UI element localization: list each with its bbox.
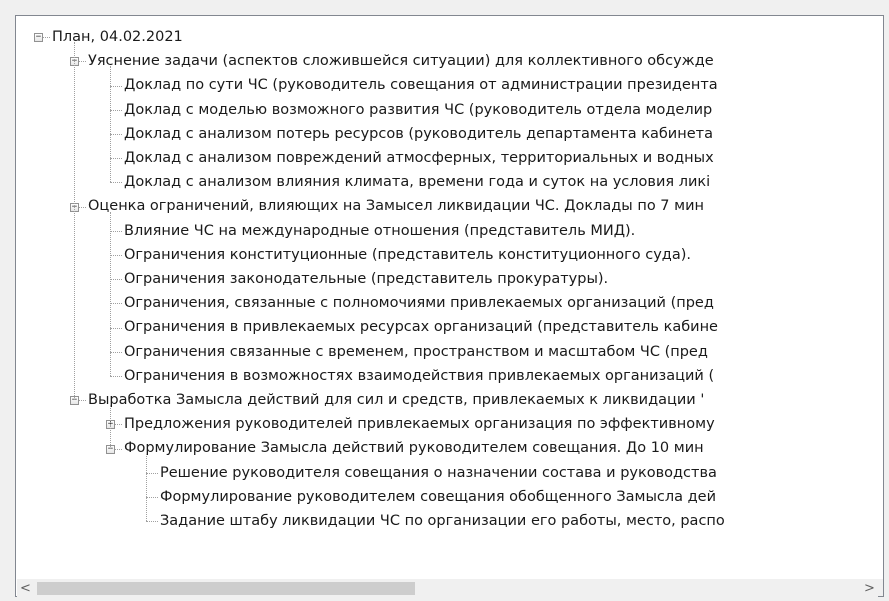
tree-node-label[interactable]: Решение руководителя совещания о назначе… — [160, 461, 717, 485]
tree-node-label[interactable]: Ограничения в привлекаемых ресурсах орга… — [124, 315, 718, 339]
tree-leaf-node[interactable]: Ограничения законодательные (представите… — [17, 267, 878, 291]
tree-guide-line — [146, 454, 147, 521]
tree-leaf-node[interactable]: Доклад с анализом влияния климата, време… — [17, 170, 878, 194]
scroll-left-button[interactable]: < — [17, 580, 34, 597]
tree-leaf-node[interactable]: Доклад с анализом потерь ресурсов (руков… — [17, 122, 878, 146]
tree-node-label[interactable]: Оценка ограничений, влияющих на Замысел … — [88, 194, 704, 218]
tree-guide-line — [110, 66, 111, 182]
tree-node-label[interactable]: Доклад с анализом потерь ресурсов (руков… — [124, 122, 713, 146]
tree-node-label[interactable]: Доклад по сути ЧС (руководитель совещани… — [124, 73, 718, 97]
tree-node-label[interactable]: Влияние ЧС на международные отношения (п… — [124, 219, 635, 243]
tree-node-label[interactable]: Формулирование Замысла действий руководи… — [124, 436, 704, 460]
tree-node-label[interactable]: Доклад с анализом влияния климата, време… — [124, 170, 710, 194]
tree-leaf-node[interactable]: Доклад с анализом повреждений атмосферны… — [17, 146, 878, 170]
tree-connector-line — [43, 37, 50, 38]
tree-branch-node[interactable]: − Выработка Замысла действий для сил и ср… — [17, 388, 878, 412]
tree-connector-line — [146, 472, 158, 474]
tree-connector-line — [110, 254, 122, 256]
tree-guide-line — [74, 42, 75, 400]
tree-connector-line — [110, 375, 122, 377]
tree-leaf-node[interactable]: Ограничения конституционные (представите… — [17, 243, 878, 267]
tree-connector-line — [110, 133, 122, 135]
tree-node-label[interactable]: Доклад с анализом повреждений атмосферны… — [124, 146, 714, 170]
tree-guide-line — [110, 405, 111, 449]
tree-node-label[interactable]: Уяснение задачи (аспектов сложившейся си… — [88, 49, 714, 73]
tree-node-label[interactable]: Ограничения связанные с временем, простр… — [124, 340, 708, 364]
tree-connector-line — [115, 448, 122, 450]
tree-connector-line — [115, 423, 122, 425]
tree-leaf-node[interactable]: Ограничения связанные с временем, простр… — [17, 340, 878, 364]
tree-leaf-node[interactable]: Доклад с моделью возможного развития ЧС … — [17, 98, 878, 122]
tree-node-label[interactable]: Выработка Замысла действий для сил и сре… — [88, 388, 704, 412]
tree-view-frame: − План, 04.02.2021− Уяснение задачи (аспек… — [15, 15, 884, 597]
tree-guide-line — [110, 212, 111, 376]
tree-connector-line — [79, 206, 86, 208]
tree-node-label[interactable]: Ограничения законодательные (представите… — [124, 267, 608, 291]
tree-connector-line — [110, 181, 122, 183]
tree-connector-line — [146, 496, 158, 498]
tree-connector-line — [110, 85, 122, 87]
tree-connector-line — [110, 279, 122, 280]
scroll-right-button[interactable]: > — [861, 580, 878, 597]
tree-node-label[interactable]: Ограничения, связанные с полномочиями пр… — [124, 291, 714, 315]
tree-connector-line — [110, 302, 122, 304]
tree-connector-line — [146, 521, 158, 522]
tree-node-label[interactable]: Ограничения в возможностях взаимодействи… — [124, 364, 714, 388]
tree-leaf-node[interactable]: Ограничения в привлекаемых ресурсах орга… — [17, 315, 878, 339]
tree-branch-node[interactable]: + Предложения руководителей привлекаемых … — [17, 412, 878, 436]
tree-connector-line — [79, 400, 86, 401]
tree-node-label[interactable]: Предложения руководителей привлекаемых о… — [124, 412, 715, 436]
tree-branch-node[interactable]: − Оценка ограничений, влияющих на Замысел… — [17, 194, 878, 218]
tree-connector-line — [110, 351, 122, 353]
scrollbar-corner — [878, 579, 883, 596]
tree-view[interactable]: − План, 04.02.2021− Уяснение задачи (аспек… — [17, 17, 878, 563]
tree-leaf-node[interactable]: Ограничения, связанные с полномочиями пр… — [17, 291, 878, 315]
tree-leaf-node[interactable]: Ограничения в возможностях взаимодействи… — [17, 364, 878, 388]
tree-branch-node[interactable]: − Уяснение задачи (аспектов сложившейся с… — [17, 49, 878, 73]
tree-branch-node[interactable]: − План, 04.02.2021 — [17, 25, 878, 49]
collapse-toggle-icon[interactable]: − — [34, 33, 43, 42]
tree-node-label[interactable]: Формулирование руководителем совещания о… — [160, 485, 716, 509]
tree-connector-line — [79, 60, 86, 62]
tree-leaf-node[interactable]: Влияние ЧС на международные отношения (п… — [17, 219, 878, 243]
horizontal-scrollbar[interactable]: < > — [17, 579, 878, 597]
tree-node-label[interactable]: Задание штабу ликвидации ЧС по организац… — [160, 509, 725, 533]
tree-connector-line — [110, 230, 122, 232]
tree-leaf-node[interactable]: Доклад по сути ЧС (руководитель совещани… — [17, 73, 878, 97]
tree-node-label[interactable]: Доклад с моделью возможного развития ЧС … — [124, 98, 712, 122]
scrollbar-thumb[interactable] — [37, 582, 415, 595]
tree-node-label[interactable]: Ограничения конституционные (представите… — [124, 243, 691, 267]
tree-connector-line — [110, 158, 122, 159]
tree-node-label[interactable]: План, 04.02.2021 — [52, 25, 183, 49]
tree-connector-line — [110, 327, 122, 329]
tree-connector-line — [110, 109, 122, 111]
